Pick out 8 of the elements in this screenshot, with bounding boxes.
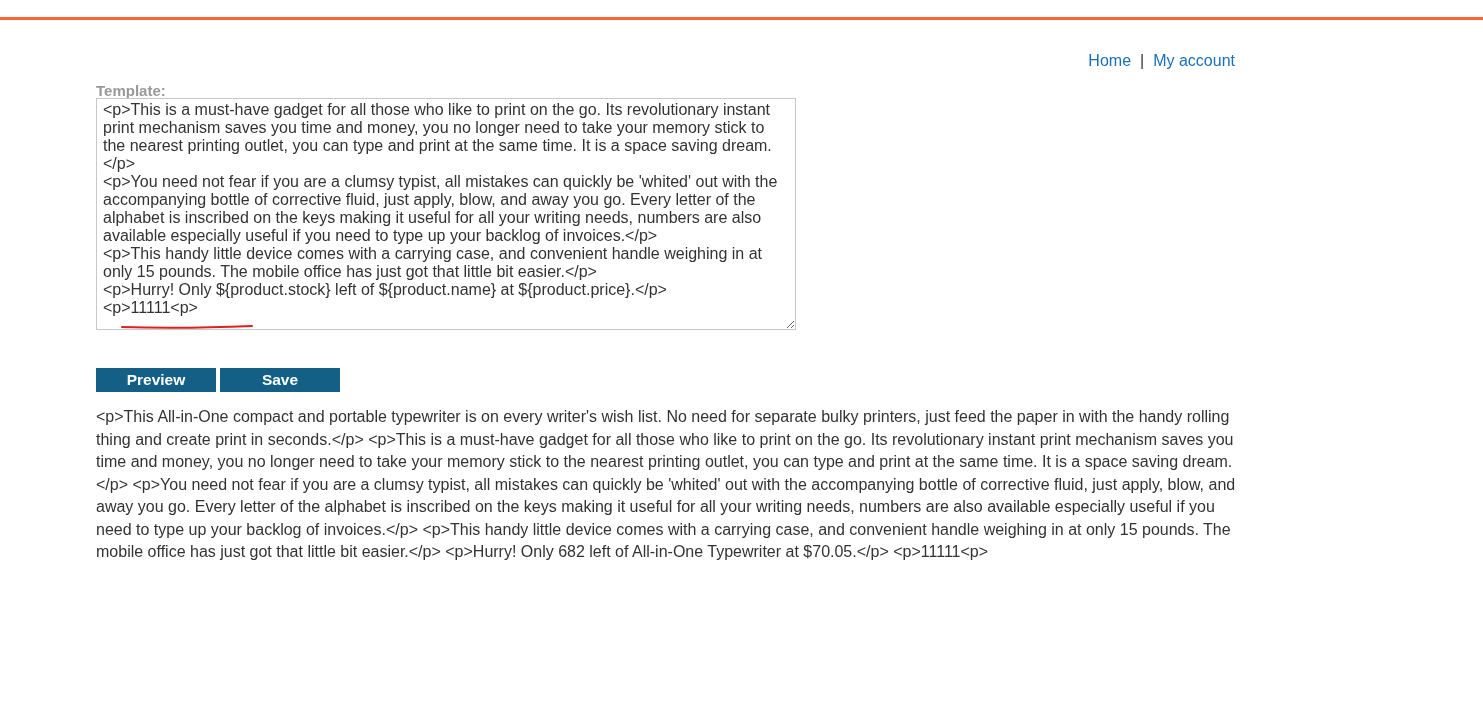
nav-link[interactable]: Home [1088,52,1132,70]
preview-button[interactable]: Preview [96,368,216,392]
nav-link[interactable]: My account [1153,52,1235,70]
template-textarea[interactable]: <p>This is a must-have gadget for all those who like to print on the go. Its revolutionary instant print mechanism saves you time and money, you no longer need to take your memory stick to the nearest printing outlet, you can type and print at the same time. It is a space saving dream. </p> <p>You need not fear if you are a clumsy typist, all mistakes can quickly be 'whited' out with the accompanying bottle of corrective fluid, just apply, blow, and away you go. Every letter of the alphabet is inscribed on the keys making it useful for all your writing needs, numbers are also available especially useful if you need to type up your backlog of invoices.</p> <p>This handy little device comes with a carrying case, and convenient handle weighing in at only 15 pounds. The mobile office has just got that little bit easier.</p> <p>Hurry! Only ${product.stock} left of ${product.name} at ${product.price}.</p> <p>11111<p> [96,98,796,330]
template-label: Template: [96,84,167,98]
save-button[interactable]: Save [220,368,340,392]
preview-text: <p>This All-in-One compact and portable typewriter is on every writer's wish list. No need for separate bulky printers, just feed the paper in with the handy rolling thing and create print in seconds.</p> <p>This is a must-have gadget for all those who like to print on the go. Its revolutionary instant print mechanism saves you time and money, you no longer need to take your memory stick to the nearest printing outlet, you can type and print at the same time. It is a space saving dream. </p> <p>You need not fear if you are a clumsy typist, all mistakes can quickly be 'whited' out with the accompanying bottle of corrective fluid, just apply, blow, and away you go. Every letter of the alphabet is inscribed on the keys making it useful for all your writing needs, numbers are also available especially useful if you need to type up your backlog of invoices.</p> <p>This handy little device comes with a carrying case, and convenient handle weighing in at only 15 pounds. The mobile office has just got that little bit easier.</p> <p>Hurry! Only 682 left of All-in-One Typewriter at $70.05.</p> <p>11111<p> [96,407,1237,562]
nav-separator: | [1140,52,1145,70]
